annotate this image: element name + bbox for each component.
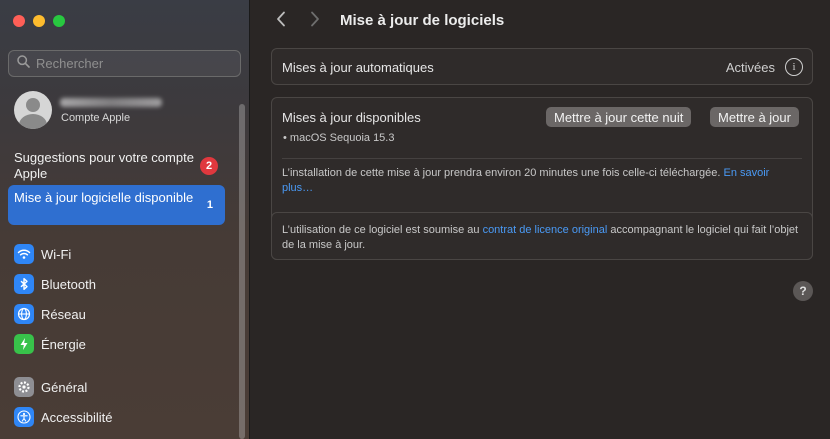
account-subtitle: Compte Apple (61, 112, 131, 124)
install-note: L’installation de cette mise à jour pren… (282, 166, 782, 196)
battery-bolt-icon (14, 334, 34, 354)
sidebar-item-label: Mise à jour logicielle disponible (14, 190, 194, 205)
auto-updates-status: Activées (725, 60, 775, 75)
sidebar-scrollbar[interactable] (239, 104, 245, 439)
update-now-button[interactable]: Mettre à jour (710, 107, 799, 127)
main-pane: Mise à jour de logiciels Mises à jour au… (251, 0, 830, 439)
update-item-macos: • macOS Sequoia 15.3 (283, 132, 395, 144)
minimize-window-button[interactable] (33, 15, 45, 27)
available-updates-label: Mises à jour disponibles (282, 110, 421, 125)
close-window-button[interactable] (13, 15, 25, 27)
sidebar-item-bluetooth[interactable]: Bluetooth (14, 273, 96, 295)
search-field[interactable] (8, 50, 241, 77)
sidebar-item-label: Accessibilité (41, 409, 113, 425)
sidebar-item-general[interactable]: Général (14, 376, 87, 398)
wifi-icon (14, 244, 34, 264)
forward-button[interactable] (305, 11, 325, 31)
help-button[interactable]: ? (793, 281, 813, 301)
search-input[interactable] (36, 56, 226, 71)
bluetooth-icon (14, 274, 34, 294)
accessibility-icon (14, 407, 34, 427)
sidebar-item-label: Général (41, 379, 88, 395)
license-text-before: L’utilisation de ce logiciel est soumise… (282, 224, 483, 236)
apple-account-item[interactable]: Compte Apple (14, 91, 234, 129)
sidebar-item-energy[interactable]: Énergie (14, 333, 86, 355)
window-controls (13, 15, 65, 27)
sidebar-item-label: Énergie (41, 336, 86, 352)
page-title: Mise à jour de logiciels (340, 12, 505, 29)
auto-updates-row: Mises à jour automatiques Activées i (271, 48, 813, 85)
license-text: L’utilisation de ce logiciel est soumise… (282, 223, 802, 253)
divider (282, 158, 802, 159)
update-tonight-button[interactable]: Mettre à jour cette nuit (546, 107, 692, 127)
sidebar-item-accessibility[interactable]: Accessibilité (14, 406, 113, 428)
sidebar-item-label: Wi-Fi (41, 246, 72, 262)
sidebar-item-label: Réseau (41, 306, 86, 322)
chevron-right-icon (310, 11, 320, 32)
sidebar-item-network[interactable]: Réseau (14, 303, 86, 325)
update-count-badge: 1 (206, 199, 213, 211)
avatar (14, 91, 52, 129)
sidebar: Compte Apple Suggestions pour votre comp… (0, 0, 250, 439)
chevron-left-icon (276, 11, 286, 32)
sidebar-item-suggestions[interactable]: Suggestions pour votre compte Apple (14, 150, 224, 182)
account-name-redacted (60, 98, 162, 107)
sidebar-item-label: Bluetooth (41, 276, 96, 292)
sidebar-item-software-update[interactable]: Mise à jour logicielle disponible 1 (8, 185, 225, 225)
license-agreement-link[interactable]: contrat de licence original (483, 224, 608, 236)
sidebar-item-wifi[interactable]: Wi-Fi (14, 243, 71, 265)
gear-icon (14, 377, 34, 397)
license-panel: L’utilisation de ce logiciel est soumise… (271, 212, 813, 260)
zoom-window-button[interactable] (53, 15, 65, 27)
suggestions-badge: 2 (200, 157, 218, 175)
auto-updates-label: Mises à jour automatiques (282, 60, 434, 75)
install-note-text: L’installation de cette mise à jour pren… (282, 167, 721, 179)
network-globe-icon (14, 304, 34, 324)
info-icon[interactable]: i (785, 58, 803, 76)
search-icon (17, 54, 30, 73)
back-button[interactable] (271, 11, 291, 31)
